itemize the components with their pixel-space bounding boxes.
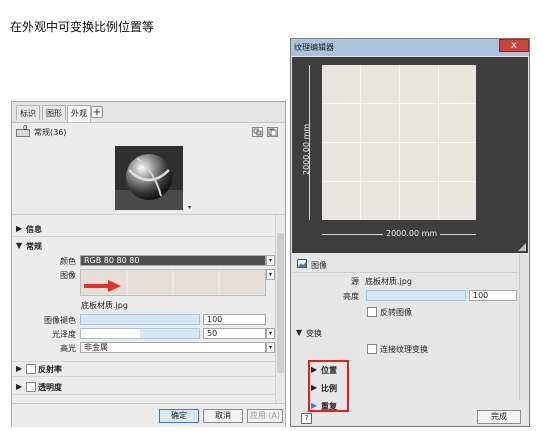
image-section-label: 图像 — [311, 261, 327, 270]
material-row: 0 常规(36) — [12, 123, 285, 141]
vertical-dimension-label: 2000.00 mm — [302, 123, 311, 175]
image-section-icon — [297, 259, 307, 270]
brightness-label: 亮度 — [343, 292, 359, 301]
dialog-buttons: 确定 取消 应用 (A) — [12, 403, 285, 427]
panel-scrollbar[interactable] — [275, 215, 285, 403]
color-label: 颜色 — [60, 257, 76, 266]
highlight-select[interactable]: 非金属 — [80, 342, 266, 353]
link-transform-label: 连接纹理变换 — [380, 345, 428, 354]
tab-strip: 标识 图形 外观 + — [12, 102, 285, 123]
highlight-dropdown-icon[interactable]: ▾ — [266, 342, 275, 353]
section-transform[interactable]: ▼ 变换 — [293, 326, 517, 340]
resize-grip-icon[interactable] — [518, 243, 526, 251]
texture-canvas[interactable]: 2000.00 mm 2000.00 mm — [292, 57, 528, 253]
color-dropdown-icon[interactable]: ▾ — [266, 255, 275, 266]
brightness-slider[interactable] — [366, 290, 466, 301]
section-info[interactable]: ▶ 信息 — [12, 222, 275, 237]
material-preview-image[interactable] — [115, 146, 183, 210]
material-count: 0 — [23, 124, 28, 132]
add-tab-button[interactable]: + — [91, 106, 103, 118]
section-info-label: 信息 — [26, 225, 42, 234]
image-label: 图像 — [60, 271, 76, 280]
horizontal-dimension-label: 2000.00 mm — [383, 229, 441, 238]
tab-graphics[interactable]: 图形 — [42, 105, 66, 120]
invert-image-label: 反转图像 — [380, 308, 412, 317]
scrollbar-thumb[interactable] — [277, 233, 284, 373]
transparency-checkbox[interactable] — [26, 382, 36, 392]
cancel-button[interactable]: 取消 — [203, 409, 243, 423]
replace-asset-icon[interactable] — [267, 127, 278, 137]
help-icon[interactable]: ? — [301, 413, 312, 424]
close-button[interactable]: x — [499, 39, 529, 52]
image-fade-input[interactable]: 100 — [203, 314, 266, 325]
expand-arrow-icon: ▶ — [16, 364, 23, 373]
section-reflectivity[interactable]: ▶ 反射率 — [12, 361, 275, 377]
red-arrow-annotation — [82, 279, 122, 295]
instruction-text: 在外观中可变换比例位置等 — [10, 20, 155, 34]
image-fade-label: 图像褪色 — [44, 316, 76, 325]
material-label: 常规(36) — [34, 128, 67, 137]
apply-button[interactable]: 应用 (A) — [247, 409, 283, 423]
source-label: 源 — [351, 277, 359, 286]
preview-menu-icon[interactable]: ▾ — [188, 204, 191, 211]
section-transform-label: 变换 — [306, 329, 322, 338]
section-general-label: 常规 — [26, 242, 42, 251]
expand-arrow-icon: ▶ — [16, 382, 23, 391]
collapse-arrow-icon: ▼ — [296, 328, 303, 337]
highlight-label: 高光 — [60, 344, 76, 353]
texture-image[interactable] — [322, 65, 476, 220]
glossiness-input[interactable]: 50 — [203, 328, 266, 339]
section-transparency[interactable]: ▶ 透明度 — [12, 380, 275, 395]
image-dropdown-icon[interactable]: ▾ — [266, 269, 275, 280]
glossiness-slider[interactable] — [80, 328, 200, 339]
tab-identity[interactable]: 标识 — [16, 105, 40, 120]
texture-editor-window: 纹理编辑器 x 2000.00 mm 2000.00 mm 图像 源 底板材质.… — [290, 38, 530, 427]
section-reflectivity-label: 反射率 — [38, 365, 62, 374]
source-filename[interactable]: 底板材质.jpg — [365, 276, 412, 287]
brightness-slider-fill — [367, 291, 465, 300]
brightness-input[interactable]: 100 — [469, 290, 517, 301]
image-filename: 底板材质.jpg — [81, 301, 128, 310]
preview-area: ▾ — [12, 142, 285, 215]
ok-button[interactable]: 确定 — [159, 409, 199, 423]
editor-scrollbar[interactable] — [519, 254, 528, 400]
title-bar[interactable]: 纹理编辑器 x — [291, 39, 529, 56]
invert-image-checkbox[interactable] — [367, 307, 377, 317]
glossiness-slider-fill — [81, 329, 140, 338]
image-fade-slider[interactable] — [80, 314, 200, 325]
color-field[interactable]: RGB 80 80 80 — [80, 255, 266, 266]
highlight-annotation-box — [308, 360, 349, 412]
expand-arrow-icon: ▶ — [16, 224, 23, 233]
window-title: 纹理编辑器 — [294, 43, 334, 52]
collapse-arrow-icon: ▼ — [16, 241, 23, 250]
duplicate-asset-icon[interactable] — [252, 127, 263, 137]
material-panel: 标识 图形 外观 + 0 常规(36) ▾ ▶ 信息 ▼ 常规 颜色 RGB 8… — [11, 101, 286, 427]
section-general[interactable]: ▼ 常规 — [12, 239, 275, 253]
tab-appearance[interactable]: 外观 — [67, 105, 91, 122]
link-transform-checkbox[interactable] — [367, 344, 377, 354]
glossiness-spin-icon[interactable]: ▾ — [266, 328, 275, 339]
section-transparency-label: 透明度 — [38, 383, 62, 392]
glossiness-label: 光泽度 — [52, 330, 76, 339]
done-button[interactable]: 完成 — [477, 410, 521, 424]
reflectivity-checkbox[interactable] — [26, 364, 36, 374]
